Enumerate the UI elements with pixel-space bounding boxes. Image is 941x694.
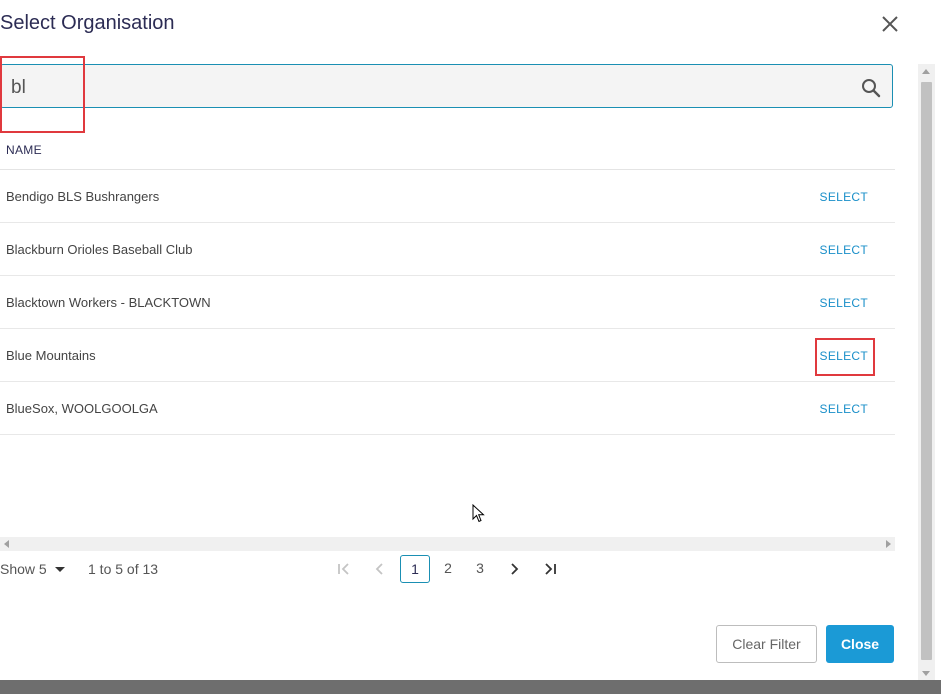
- table-row: Blacktown Workers - BLACKTOWN SELECT: [0, 276, 895, 329]
- page-size-label: Show 5: [0, 561, 47, 577]
- table-row: Blackburn Orioles Baseball Club SELECT: [0, 223, 895, 276]
- dialog-title: Select Organisation: [0, 12, 175, 34]
- window-bottom-edge: [0, 680, 941, 694]
- first-page-icon[interactable]: [335, 560, 353, 578]
- close-icon[interactable]: [879, 13, 901, 35]
- table-row: BlueSox, WOOLGOOLGA SELECT: [0, 382, 895, 435]
- previous-page-icon[interactable]: [371, 560, 389, 578]
- mouse-cursor-icon: [472, 504, 485, 523]
- page-button-1[interactable]: 1: [400, 555, 430, 583]
- close-button[interactable]: Close: [826, 625, 894, 663]
- page-size-select[interactable]: Show 5: [0, 561, 65, 577]
- scroll-right-arrow-icon[interactable]: [886, 540, 891, 548]
- search-field[interactable]: bl: [0, 64, 893, 108]
- clear-filter-button[interactable]: Clear Filter: [716, 625, 817, 663]
- horizontal-scrollbar[interactable]: [0, 537, 895, 551]
- next-page-icon[interactable]: [505, 560, 523, 578]
- select-button[interactable]: SELECT: [820, 349, 868, 363]
- scroll-left-arrow-icon[interactable]: [4, 540, 9, 548]
- caret-down-icon: [54, 566, 65, 572]
- vertical-scrollbar[interactable]: [918, 64, 935, 680]
- range-label: 1 to 5 of 13: [88, 561, 159, 577]
- row-name: Blue Mountains: [6, 348, 96, 363]
- table-row: Bendigo BLS Bushrangers SELECT: [0, 170, 895, 223]
- row-name: BlueSox, WOOLGOOLGA: [6, 401, 158, 416]
- scrollbar-thumb[interactable]: [921, 82, 932, 660]
- select-button[interactable]: SELECT: [820, 402, 868, 416]
- row-name: Bendigo BLS Bushrangers: [6, 189, 160, 204]
- search-icon[interactable]: [860, 77, 882, 99]
- page-button-3[interactable]: 3: [465, 555, 495, 583]
- select-button[interactable]: SELECT: [820, 296, 868, 310]
- scroll-down-arrow-icon[interactable]: [922, 671, 930, 676]
- page-button-2[interactable]: 2: [433, 555, 463, 583]
- table-row: Blue Mountains SELECT: [0, 329, 895, 382]
- select-button[interactable]: SELECT: [820, 243, 868, 257]
- select-button[interactable]: SELECT: [820, 190, 868, 204]
- column-header-name[interactable]: NAME: [6, 143, 42, 157]
- search-input[interactable]: bl: [11, 77, 26, 99]
- row-name: Blacktown Workers - BLACKTOWN: [6, 295, 211, 310]
- scroll-up-arrow-icon[interactable]: [922, 69, 930, 74]
- row-name: Blackburn Orioles Baseball Club: [6, 242, 193, 257]
- last-page-icon[interactable]: [541, 560, 559, 578]
